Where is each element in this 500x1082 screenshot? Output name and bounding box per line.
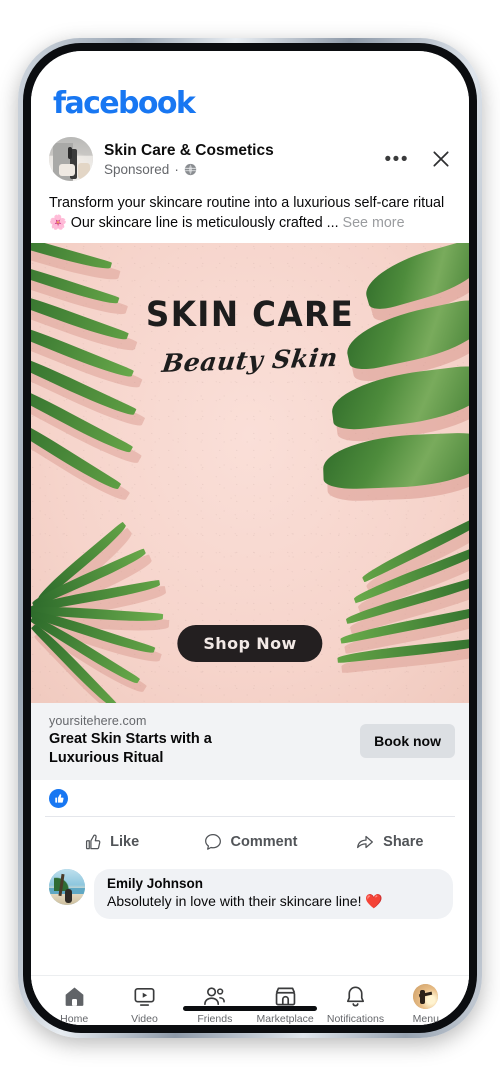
home-indicator[interactable] (183, 1006, 317, 1011)
home-icon (65, 987, 84, 1006)
separator-dot: · (174, 161, 179, 177)
facebook-app: facebook Skin Care & Cosmetics Sponsored… (31, 51, 469, 1025)
comment-bubble-icon (204, 834, 221, 851)
monstera-leaf-right (309, 242, 469, 527)
nav-label-notifications: Notifications (326, 1013, 385, 1025)
sponsored-row: Sponsored · (104, 162, 374, 177)
nav-label-marketplace: Marketplace (256, 1013, 314, 1025)
reaction-summary (31, 780, 469, 809)
share-arrow-icon (357, 836, 374, 849)
share-button[interactable]: Share (320, 825, 459, 859)
sponsored-label: Sponsored (104, 161, 170, 177)
avatar-detail (64, 888, 72, 903)
video-icon (134, 987, 155, 1006)
avatar-image (49, 137, 93, 181)
avatar-image (413, 984, 439, 1009)
comment-author[interactable]: Emily Johnson (107, 876, 440, 891)
like-button[interactable]: Like (41, 825, 180, 859)
phone-screen: facebook Skin Care & Cosmetics Sponsored… (31, 51, 469, 1025)
share-label: Share (383, 834, 424, 851)
comment-bubble: Emily Johnson Absolutely in love with th… (94, 869, 453, 920)
nav-label-video: Video (131, 1013, 158, 1025)
comment-button[interactable]: Comment (180, 825, 319, 859)
profile-avatar-icon (413, 984, 439, 1009)
close-icon[interactable] (431, 149, 451, 169)
phone-frame: facebook Skin Care & Cosmetics Sponsored… (18, 38, 482, 1038)
post-header: Skin Care & Cosmetics Sponsored · ••• (31, 133, 469, 181)
thumbs-up-outline-icon (86, 835, 101, 850)
caption-text-block: yoursitehere.com Great Skin Starts with … (49, 714, 350, 769)
caption-title-line2: Luxurious Ritual (49, 750, 164, 767)
page-avatar[interactable] (49, 137, 93, 181)
like-label: Like (110, 834, 140, 851)
page-name[interactable]: Skin Care & Cosmetics (104, 141, 374, 160)
nav-item-notifications[interactable]: Notifications (320, 984, 390, 1025)
post-body-text: Transform your skincare routine into a l… (31, 181, 469, 243)
nav-label-menu: Menu (412, 1013, 439, 1025)
bell-icon (346, 986, 365, 1007)
comment-text: Absolutely in love with their skincare l… (107, 893, 383, 910)
avatar-detail (54, 870, 77, 891)
ad-caption-bar: yoursitehere.com Great Skin Starts with … (31, 702, 469, 781)
thumbs-up-icon[interactable] (49, 789, 68, 809)
shop-now-button[interactable]: Shop Now (177, 624, 323, 662)
avatar-detail (420, 989, 426, 1004)
post-action-bar: Like Comment Share (31, 817, 469, 865)
phone-bezel: facebook Skin Care & Cosmetics Sponsored… (23, 43, 477, 1033)
caption-title: Great Skin Starts with a Luxurious Ritua… (49, 730, 350, 769)
commenter-avatar[interactable] (49, 869, 85, 906)
avatar-detail (58, 164, 75, 177)
post-header-text: Skin Care & Cosmetics Sponsored · (104, 141, 374, 176)
globe-icon (184, 163, 196, 175)
comment-label: Comment (230, 834, 298, 851)
thumbs-up-glyph (55, 794, 64, 804)
caption-title-line1: Great Skin Starts with a (49, 730, 212, 747)
nav-item-menu[interactable]: Menu (391, 984, 461, 1025)
nav-item-marketplace[interactable]: Marketplace (250, 984, 320, 1025)
creative-headline: SKIN CARE (145, 294, 355, 335)
ellipsis-icon[interactable]: ••• (385, 150, 409, 169)
palm-leaf-left-bottom (31, 511, 193, 703)
book-now-button[interactable]: Book now (360, 724, 455, 759)
palm-leaf-right-bottom (329, 509, 469, 703)
facebook-logo: facebook (53, 86, 196, 121)
bottom-navigation-bar: Home Video Friends Marketplace Notificat… (31, 975, 469, 1025)
nav-item-video[interactable]: Video (109, 984, 179, 1025)
avatar-detail (68, 146, 73, 159)
caption-url: yoursitehere.com (49, 713, 147, 728)
nav-label-friends: Friends (197, 1013, 233, 1025)
nav-item-home[interactable]: Home (39, 984, 109, 1025)
comment-item: Emily Johnson Absolutely in love with th… (31, 865, 469, 920)
post-header-actions: ••• (385, 149, 453, 169)
ad-creative-image[interactable]: SKIN CARE Beauty Skin Shop Now (31, 242, 469, 703)
nav-item-friends[interactable]: Friends (180, 984, 250, 1025)
see-more-link[interactable]: See more (343, 215, 405, 231)
nav-label-home: Home (60, 1013, 89, 1025)
avatar-detail (78, 162, 91, 179)
